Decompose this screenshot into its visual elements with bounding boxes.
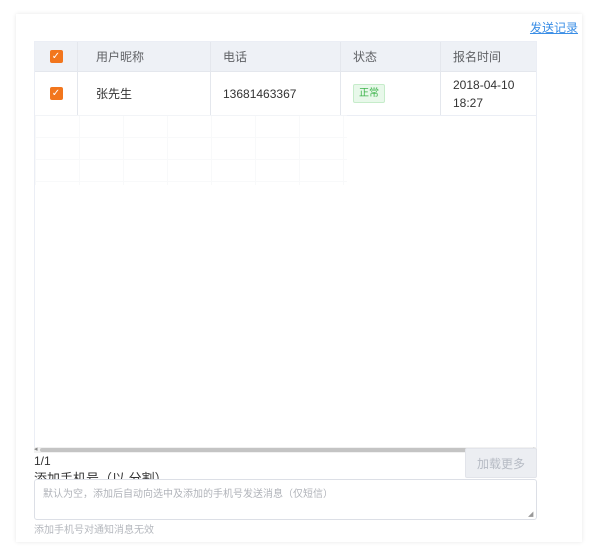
table-header: ✓ 用户昵称 电话 状态 报名时间 [35, 42, 536, 72]
row-checkbox-cell[interactable]: ✓ [35, 72, 78, 115]
status-badge: 正常 [353, 84, 385, 103]
row-checkbox[interactable]: ✓ [49, 87, 63, 100]
scrollbar-thumb[interactable] [40, 448, 522, 452]
column-nickname[interactable]: 用户昵称 [78, 42, 211, 71]
participants-panel: 发送记录 ✓ 用户昵称 电话 状态 报名时间 ✓ 张先生 13681463367… [16, 14, 582, 542]
resize-grip-icon[interactable]: ◢ [528, 511, 535, 518]
horizontal-scrollbar[interactable]: ◂ ▸ [34, 445, 537, 453]
row-nickname: 张先生 [78, 72, 211, 115]
hint-text: 添加手机号对通知消息无效 [34, 525, 154, 536]
row-signup-time: 2018-04-10 18:27 [453, 77, 515, 110]
table-row[interactable]: ✓ 张先生 13681463367 正常 2018-04-10 18:27 [35, 72, 536, 116]
column-phone[interactable]: 电话 [211, 42, 341, 71]
send-record-link[interactable]: 发送记录 [530, 19, 578, 36]
row-phone: 13681463367 [211, 72, 341, 115]
header-checkbox-cell[interactable]: ✓ [35, 42, 78, 71]
phone-numbers-textarea[interactable] [34, 479, 537, 520]
participants-table: ✓ 用户昵称 电话 状态 报名时间 ✓ 张先生 13681463367 正常 2… [34, 41, 537, 449]
row-status-cell: 正常 [341, 72, 441, 115]
select-all-checkbox[interactable]: ✓ [49, 50, 63, 63]
column-status[interactable]: 状态 [341, 42, 441, 71]
page-count: 1/1 [34, 454, 51, 468]
scroll-left-icon[interactable]: ◂ [34, 445, 38, 453]
load-more-button[interactable]: 加载更多 [465, 448, 537, 478]
column-signup-time[interactable]: 报名时间 [441, 42, 536, 71]
empty-table-area [35, 115, 347, 185]
